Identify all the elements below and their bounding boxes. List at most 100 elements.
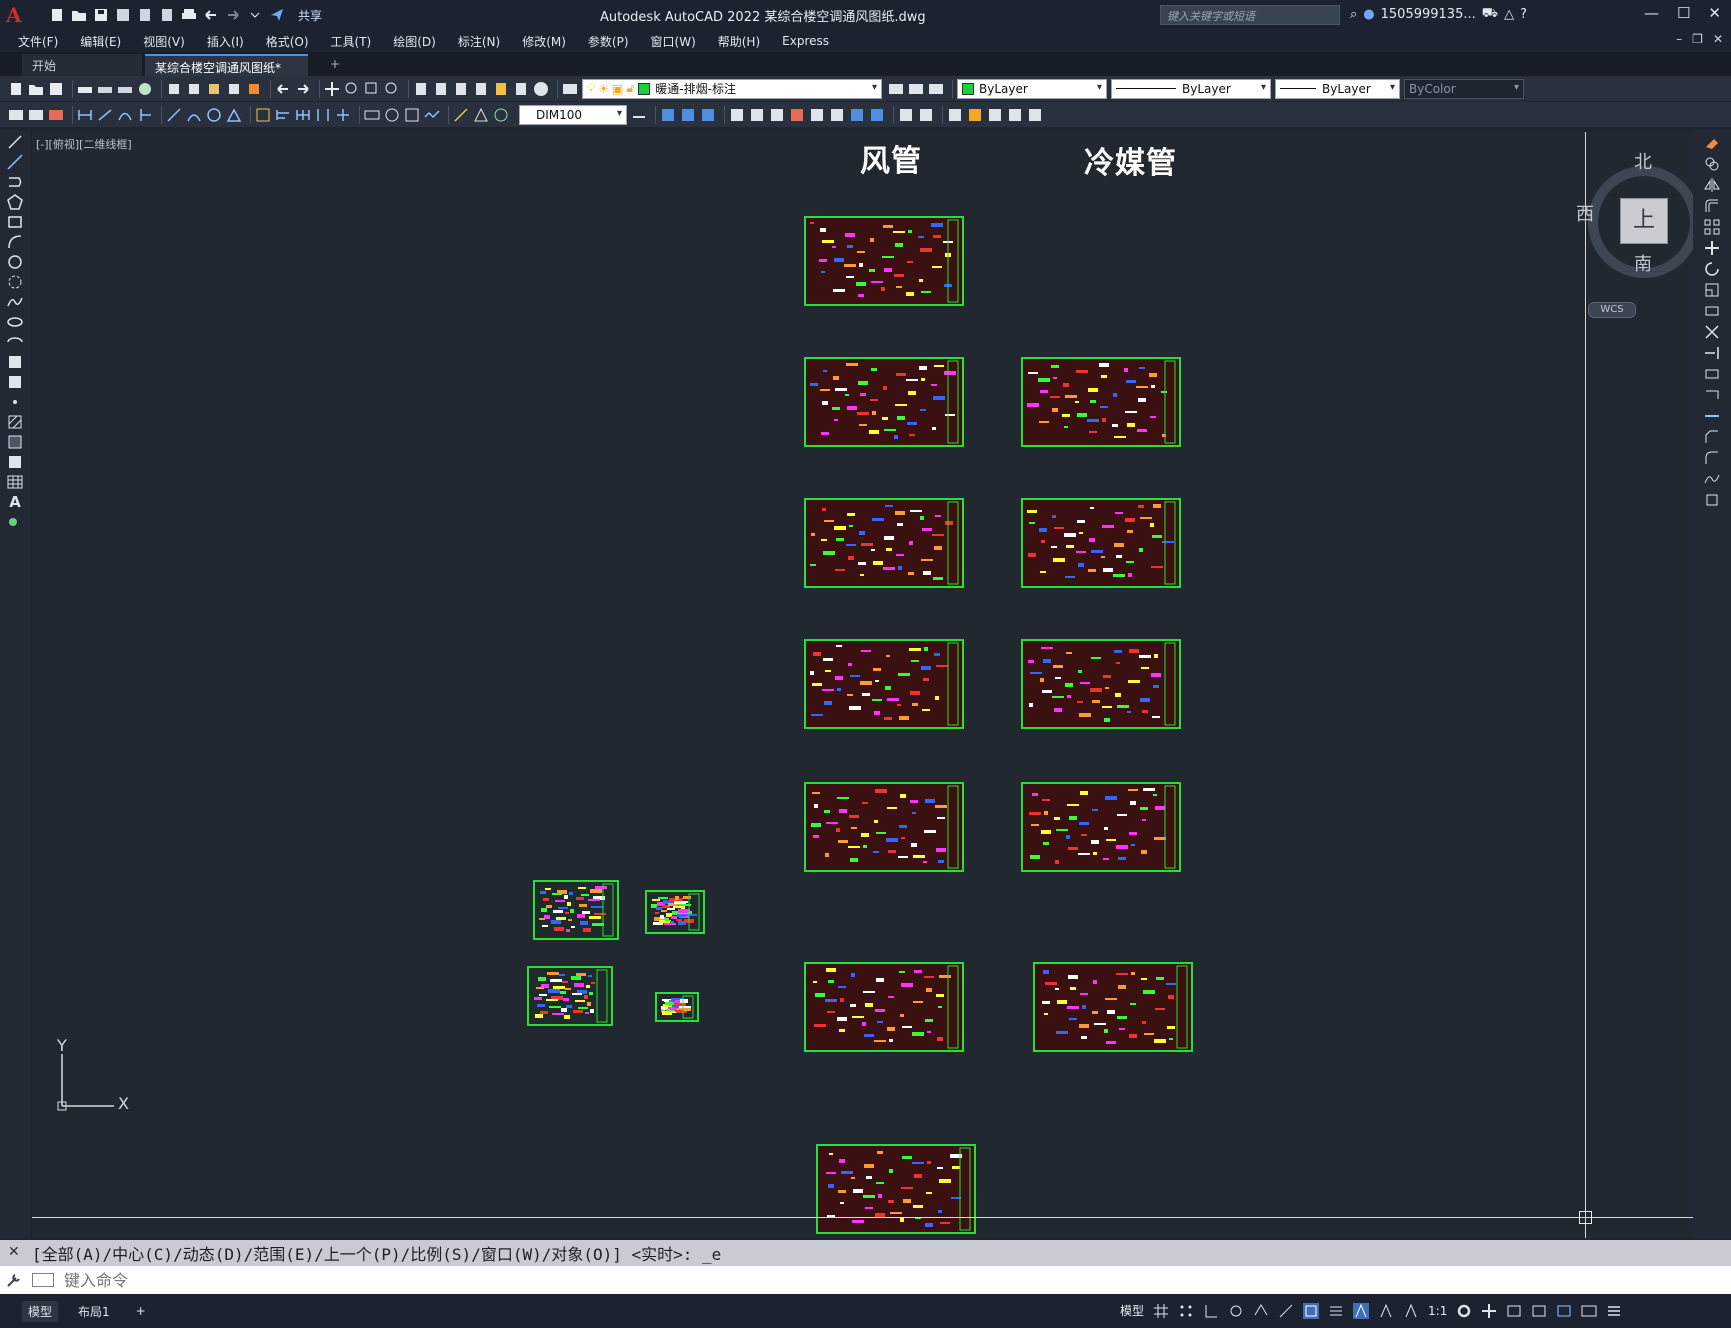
redo-icon[interactable] <box>295 81 311 97</box>
tab-layout1[interactable]: 布局1 <box>72 1301 116 1322</box>
markup-icon[interactable] <box>493 81 509 97</box>
save-icon[interactable] <box>92 6 110 24</box>
compass-south[interactable]: 南 <box>1634 250 1652 276</box>
chamfer-icon[interactable] <box>1704 429 1720 445</box>
diameter-dimension-icon[interactable] <box>206 107 222 123</box>
erase-icon[interactable] <box>1704 135 1720 151</box>
customization-menu-icon[interactable] <box>1606 1303 1622 1319</box>
copy-icon[interactable] <box>186 81 202 97</box>
design-center-icon[interactable] <box>433 81 449 97</box>
line-icon[interactable] <box>7 134 23 150</box>
draw-order-back-icon[interactable] <box>869 107 885 123</box>
polygon-icon[interactable] <box>7 194 23 210</box>
account-area[interactable]: ⌕ ● 1505999135... ⛟ △ ? <box>1350 6 1527 23</box>
dimension-text-edit-icon[interactable] <box>473 107 489 123</box>
mirror-icon[interactable] <box>1704 177 1720 193</box>
command-input[interactable] <box>64 1270 1564 1290</box>
compass-west[interactable]: 西 <box>1576 200 1594 226</box>
drawing-sheet[interactable] <box>804 357 964 447</box>
add-selected-icon[interactable] <box>7 514 23 530</box>
hyperlink-icon[interactable] <box>1027 107 1043 123</box>
wcs-menu[interactable]: WCS <box>1588 302 1636 318</box>
copy-object-icon[interactable] <box>1704 156 1720 172</box>
save-web-icon[interactable] <box>158 6 176 24</box>
radius-dimension-icon[interactable] <box>166 107 182 123</box>
help-icon[interactable] <box>533 81 549 97</box>
dimension-break-icon[interactable] <box>335 107 351 123</box>
inspect-icon[interactable] <box>404 107 420 123</box>
menu-parametric[interactable]: 参数(P) <box>588 33 629 50</box>
menu-window[interactable]: 窗口(W) <box>651 33 696 50</box>
share-icon[interactable] <box>268 6 286 24</box>
circle-icon[interactable] <box>7 254 23 270</box>
menu-insert[interactable]: 插入(I) <box>207 33 244 50</box>
linetype-dropdown[interactable]: ByLayer ▾ <box>1111 78 1271 99</box>
doc-restore-icon[interactable]: ❐ <box>1692 32 1703 46</box>
view-left-icon[interactable] <box>700 107 716 123</box>
view-front-icon[interactable] <box>660 107 676 123</box>
tab-start[interactable]: 开始 <box>22 54 142 76</box>
layer-iso-icon[interactable] <box>28 107 44 123</box>
menu-edit[interactable]: 编辑(E) <box>80 33 121 50</box>
explode-icon[interactable] <box>1704 492 1720 508</box>
open-web-icon[interactable] <box>136 6 154 24</box>
new-icon[interactable] <box>48 6 66 24</box>
viewcube-top-face[interactable]: 上 <box>1620 198 1668 244</box>
hatch-icon[interactable] <box>7 414 23 430</box>
model-space-toggle[interactable]: 模型 <box>1120 1302 1144 1319</box>
insert-icon[interactable] <box>947 107 963 123</box>
clean-screen-icon[interactable] <box>1581 1303 1597 1319</box>
view-back-icon[interactable] <box>680 107 696 123</box>
drawing-sheet[interactable] <box>804 498 964 588</box>
compass-east[interactable]: 东 <box>1692 200 1693 226</box>
isodraft-icon[interactable] <box>1253 1303 1269 1319</box>
construction-line-icon[interactable] <box>7 154 23 170</box>
annotation-scale-icon[interactable] <box>1403 1303 1419 1319</box>
help-icon[interactable]: ? <box>1520 7 1527 22</box>
pan-icon[interactable] <box>324 81 340 97</box>
menu-express[interactable]: Express <box>782 34 829 48</box>
revision-cloud-icon[interactable] <box>7 274 23 290</box>
drawing-sheet[interactable] <box>533 880 619 940</box>
match-properties-icon[interactable] <box>226 81 242 97</box>
save-icon[interactable] <box>48 81 64 97</box>
drawing-sheet[interactable] <box>527 966 613 1026</box>
zoom-window-icon[interactable] <box>364 81 380 97</box>
grid-icon[interactable] <box>1153 1303 1169 1319</box>
bulb-icon[interactable]: 💡︎ <box>587 81 595 96</box>
rectangle-icon[interactable] <box>7 214 23 230</box>
ordinate-dimension-icon[interactable] <box>137 107 153 123</box>
tolerance-icon[interactable] <box>364 107 380 123</box>
drawing-sheet[interactable] <box>1021 498 1181 588</box>
drawing-sheet[interactable] <box>645 890 705 934</box>
fillet-icon[interactable] <box>1704 450 1720 466</box>
customize-icon[interactable] <box>6 1272 22 1288</box>
layer-walk-icon[interactable] <box>8 107 24 123</box>
share-button[interactable]: 共享 <box>298 7 322 24</box>
undo-icon[interactable] <box>202 6 220 24</box>
minimize-icon[interactable]: — <box>1644 4 1659 22</box>
extend-icon[interactable] <box>1704 345 1720 361</box>
linear-dimension-icon[interactable] <box>77 107 93 123</box>
block-insert-icon[interactable] <box>749 107 765 123</box>
doc-minimize-icon[interactable]: – <box>1676 32 1682 46</box>
baseline-dimension-icon[interactable] <box>275 107 291 123</box>
cart-icon[interactable]: ⛟ <box>1482 6 1498 23</box>
tool-palettes-icon[interactable] <box>453 81 469 97</box>
command-line[interactable] <box>0 1266 1731 1294</box>
drawing-sheet[interactable] <box>655 992 699 1022</box>
block-create-icon[interactable] <box>769 107 785 123</box>
annotation-scale-value[interactable]: 1:1 <box>1428 1304 1447 1318</box>
plot-icon[interactable] <box>180 6 198 24</box>
menu-help[interactable]: 帮助(H) <box>718 33 760 50</box>
object-snap-icon[interactable] <box>1303 1302 1320 1319</box>
break-at-point-icon[interactable] <box>1704 366 1720 382</box>
draw-order-front-icon[interactable] <box>849 107 865 123</box>
snap-icon[interactable] <box>1178 1303 1194 1319</box>
publish-icon[interactable] <box>117 81 133 97</box>
offset-icon[interactable] <box>1704 198 1720 214</box>
jogged-dimension-icon[interactable] <box>186 107 202 123</box>
plot-preview-icon[interactable] <box>97 81 113 97</box>
color-dropdown[interactable]: ByLayer ▾ <box>957 78 1107 99</box>
make-current-layer-icon[interactable] <box>888 81 904 97</box>
